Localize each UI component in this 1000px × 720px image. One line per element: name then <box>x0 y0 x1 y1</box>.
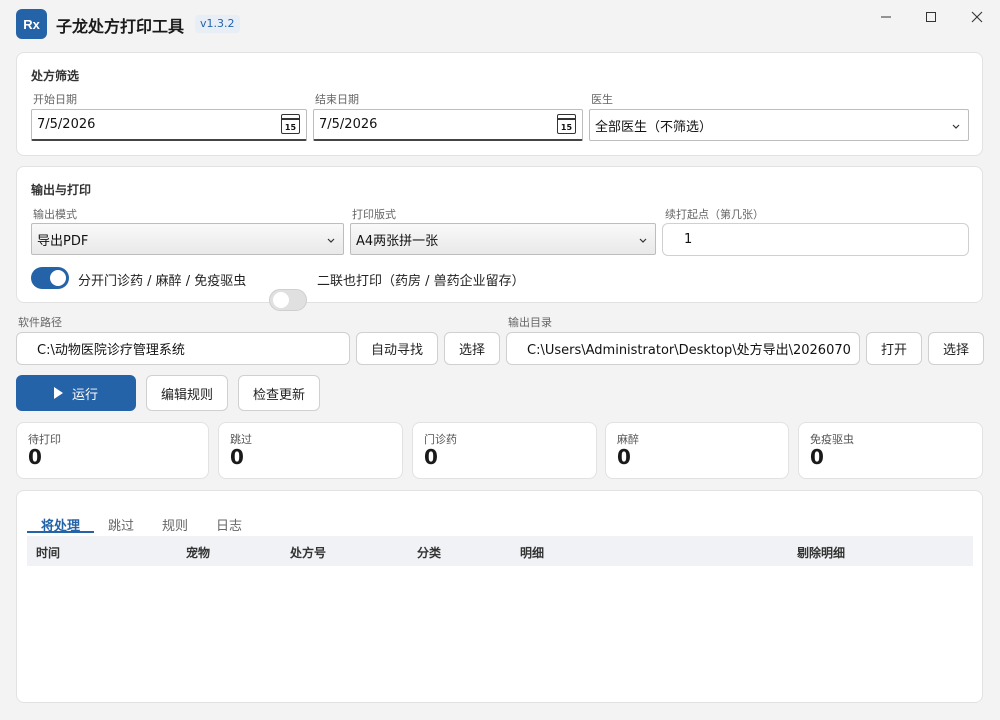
stat-card-outpatient: 门诊药 0 <box>412 422 597 479</box>
select-output-dir-button[interactable]: 选择 <box>928 332 984 365</box>
end-date-value: 7/5/2026 <box>319 117 378 132</box>
close-button[interactable] <box>957 4 997 30</box>
start-date-value: 7/5/2026 <box>37 117 96 132</box>
run-button[interactable]: 运行 <box>16 375 136 411</box>
maximize-icon <box>926 12 936 22</box>
resume-start-input[interactable]: 1 <box>662 223 969 256</box>
resume-start-value: 1 <box>684 232 693 247</box>
output-section-title: 输出与打印 <box>31 183 92 197</box>
software-path-value: C:\动物医院诊疗管理系统 <box>37 343 185 358</box>
column-header-prescription-no[interactable]: 处方号 <box>290 544 326 561</box>
output-mode-select[interactable]: 导出PDF <box>31 223 344 255</box>
start-date-label: 开始日期 <box>33 93 77 106</box>
chevron-down-icon <box>639 238 647 243</box>
stat-value: 0 <box>617 445 631 469</box>
output-mode-value: 导出PDF <box>37 233 89 249</box>
doctor-select[interactable]: 全部医生（不筛选） <box>589 109 969 141</box>
stat-value: 0 <box>230 445 244 469</box>
print-layout-value: A4两张拼一张 <box>356 233 439 249</box>
output-mode-label: 输出模式 <box>33 208 77 221</box>
column-header-time[interactable]: 时间 <box>36 544 60 561</box>
stat-value: 0 <box>810 445 824 469</box>
split-categories-toggle[interactable] <box>31 267 69 289</box>
active-tab-indicator <box>27 531 94 533</box>
minimize-button[interactable] <box>866 4 906 30</box>
output-dir-input[interactable]: C:\Users\Administrator\Desktop\处方导出\2026… <box>506 332 860 365</box>
software-path-input[interactable]: C:\动物医院诊疗管理系统 <box>16 332 350 365</box>
play-icon <box>53 387 63 399</box>
close-icon <box>971 11 983 23</box>
print-layout-select[interactable]: A4两张拼一张 <box>350 223 656 255</box>
open-output-dir-button[interactable]: 打开 <box>866 332 922 365</box>
doctor-value: 全部医生（不筛选） <box>595 119 713 135</box>
end-date-label: 结束日期 <box>315 93 359 106</box>
stat-card-immunization: 免疫驱虫 0 <box>798 422 983 479</box>
select-software-path-button[interactable]: 选择 <box>444 332 500 365</box>
calendar-icon[interactable]: 15 <box>281 114 300 134</box>
output-dir-label: 输出目录 <box>508 316 552 329</box>
resume-start-label: 续打起点（第几张） <box>665 208 764 221</box>
edit-rules-button[interactable]: 编辑规则 <box>146 375 228 411</box>
tab-skipped[interactable]: 跳过 <box>108 515 134 534</box>
maximize-button[interactable] <box>911 4 951 30</box>
check-update-button[interactable]: 检查更新 <box>238 375 320 411</box>
column-header-excluded-details[interactable]: 剔除明细 <box>797 544 845 561</box>
run-button-label: 运行 <box>71 387 98 403</box>
toggle-knob <box>50 270 66 286</box>
doctor-label: 医生 <box>591 93 613 106</box>
print-layout-label: 打印版式 <box>352 208 396 221</box>
duplicate-print-label: 二联也打印（药房 / 兽药企业留存） <box>317 274 525 289</box>
split-categories-label: 分开门诊药 / 麻醉 / 免疫驱虫 <box>78 274 247 289</box>
app-logo-icon: Rx <box>16 9 47 39</box>
auto-find-button[interactable]: 自动寻找 <box>356 332 438 365</box>
stat-value: 0 <box>28 445 42 469</box>
start-date-picker[interactable]: 7/5/2026 15 <box>31 109 307 141</box>
tab-rules[interactable]: 规则 <box>162 515 188 534</box>
toggle-knob <box>273 292 289 308</box>
column-header-category[interactable]: 分类 <box>417 544 441 561</box>
calendar-icon[interactable]: 15 <box>557 114 576 134</box>
column-header-details[interactable]: 明细 <box>520 544 544 561</box>
stat-value: 0 <box>424 445 438 469</box>
stat-card-skipped: 跳过 0 <box>218 422 403 479</box>
stat-card-anesthesia: 麻醉 0 <box>605 422 789 479</box>
software-path-label: 软件路径 <box>18 316 62 329</box>
duplicate-print-toggle[interactable] <box>269 289 307 311</box>
stat-card-pending: 待打印 0 <box>16 422 209 479</box>
tab-log[interactable]: 日志 <box>216 515 242 534</box>
column-header-pet[interactable]: 宠物 <box>186 544 210 561</box>
chevron-down-icon <box>327 238 335 243</box>
filter-section-title: 处方筛选 <box>31 69 80 83</box>
minimize-icon <box>881 16 891 18</box>
chevron-down-icon <box>952 124 960 129</box>
version-badge: v1.3.2 <box>195 15 240 33</box>
end-date-picker[interactable]: 7/5/2026 15 <box>313 109 583 141</box>
app-title: 子龙处方打印工具 <box>56 17 185 36</box>
output-dir-value: C:\Users\Administrator\Desktop\处方导出\2026… <box>527 343 851 358</box>
